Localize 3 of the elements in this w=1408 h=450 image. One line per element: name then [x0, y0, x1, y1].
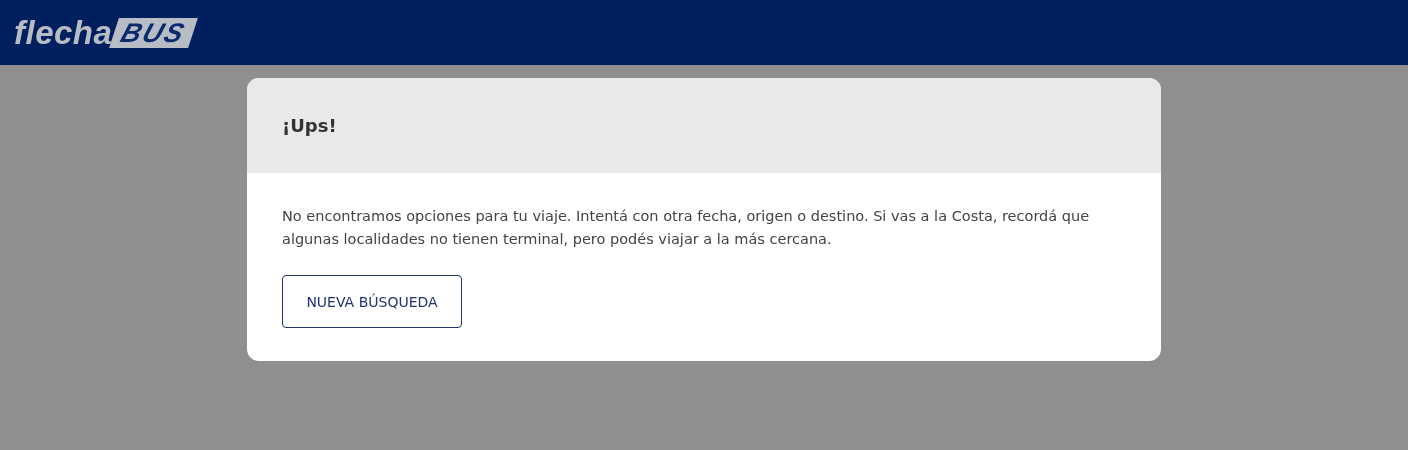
dialog-title: ¡Ups! [282, 115, 337, 136]
new-search-button[interactable]: NUEVA BÚSQUEDA [282, 275, 462, 328]
dialog-message: No encontramos opciones para tu viaje. Intentá con otra fecha, origen o destino. Si vas a la Costa, recordá que algunas localidades no tienen terminal, pero podés viajar a la más cercana. [282, 207, 1091, 249]
